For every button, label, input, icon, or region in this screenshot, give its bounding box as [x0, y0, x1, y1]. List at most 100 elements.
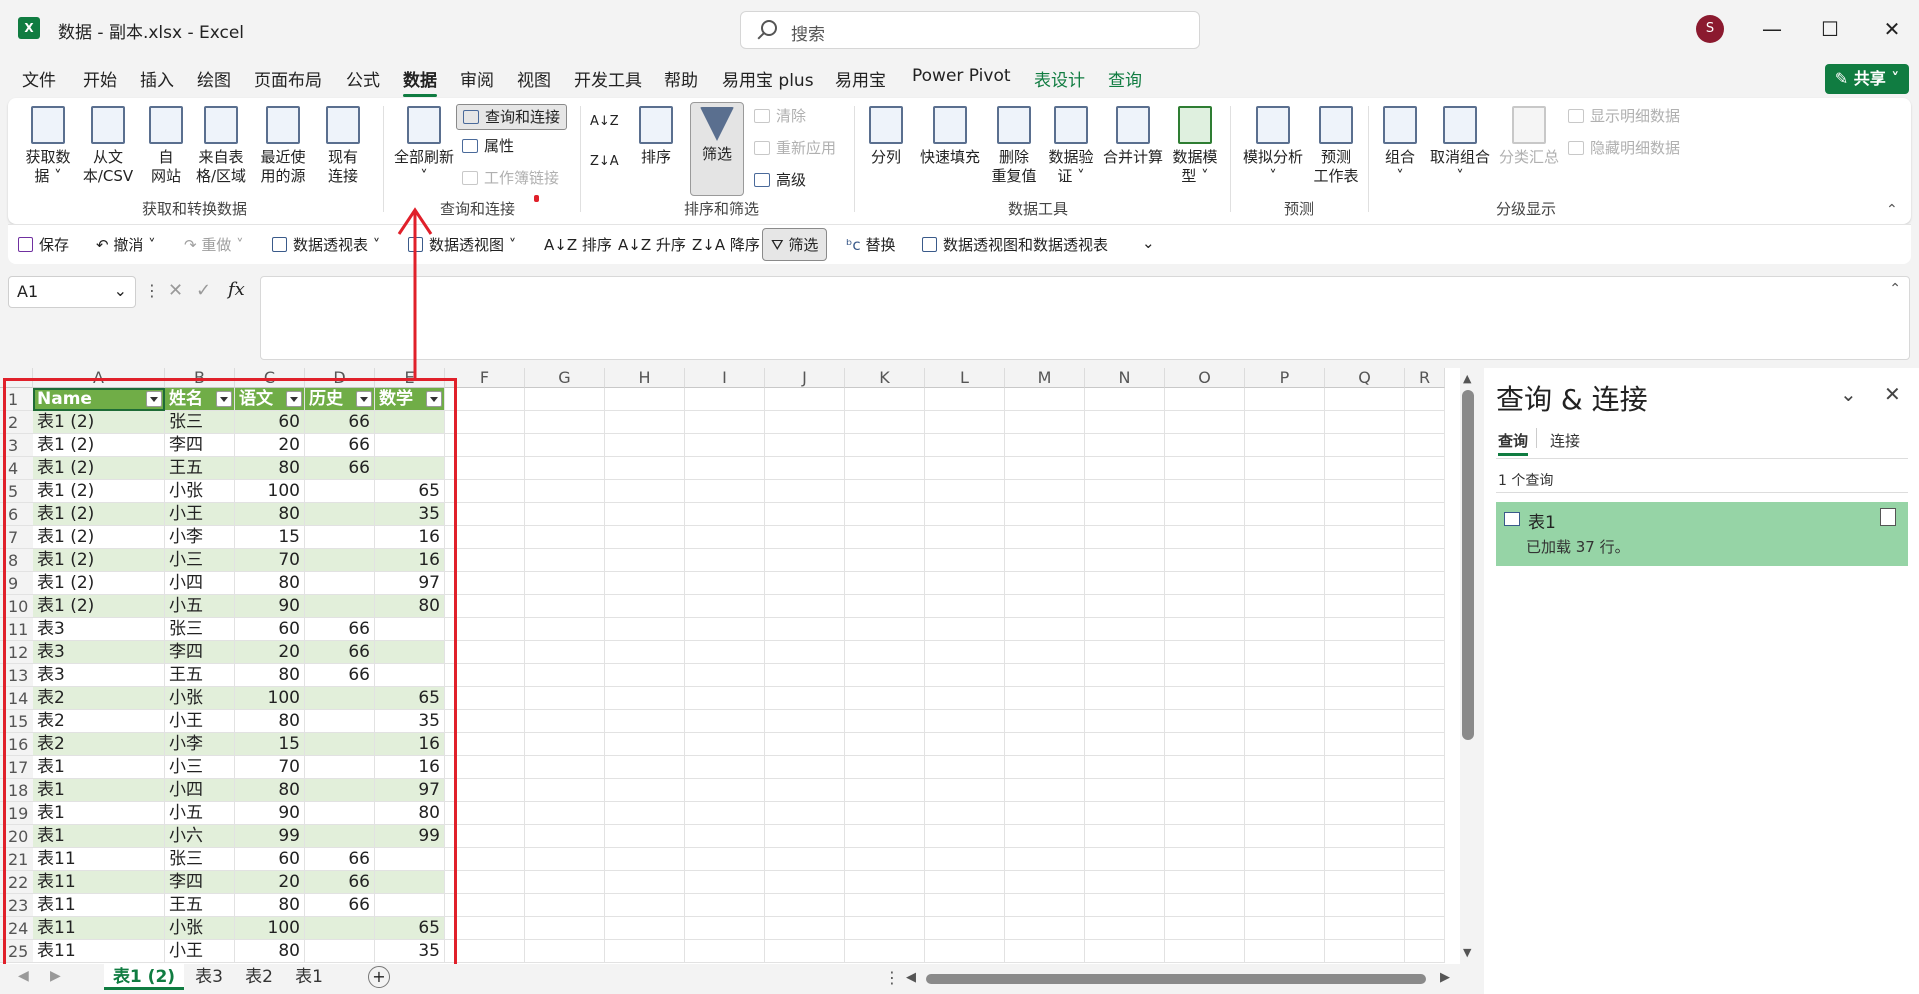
qat-pivot-table-button[interactable]: 数据透视表 ˅: [272, 234, 380, 255]
empty-cell[interactable]: [1165, 641, 1245, 664]
empty-cell[interactable]: [845, 710, 925, 733]
flash-fill-button[interactable]: 快速填充: [916, 106, 984, 167]
enter-formula-button[interactable]: ✓: [196, 280, 211, 301]
empty-cell[interactable]: [605, 894, 685, 917]
empty-cell[interactable]: [445, 917, 525, 940]
empty-cell[interactable]: [1325, 687, 1405, 710]
empty-cell[interactable]: [685, 572, 765, 595]
empty-cell[interactable]: [1405, 825, 1445, 848]
empty-cell[interactable]: [845, 848, 925, 871]
empty-cell[interactable]: [1165, 549, 1245, 572]
empty-cell[interactable]: [445, 480, 525, 503]
tab-formulas[interactable]: 公式: [346, 66, 380, 91]
empty-cell[interactable]: [1005, 388, 1085, 411]
empty-cell[interactable]: [925, 664, 1005, 687]
empty-cell[interactable]: [605, 940, 685, 963]
empty-cell[interactable]: [1245, 388, 1325, 411]
empty-cell[interactable]: [765, 756, 845, 779]
collapse-ribbon-icon[interactable]: ⌃: [1886, 202, 1898, 218]
empty-cell[interactable]: [1085, 503, 1165, 526]
hide-detail-button[interactable]: 隐藏明细数据: [1568, 138, 1680, 158]
maximize-button[interactable]: ☐: [1810, 14, 1850, 44]
empty-cell[interactable]: [1085, 687, 1165, 710]
scroll-left-icon[interactable]: ◀: [906, 970, 916, 985]
empty-cell[interactable]: [1245, 917, 1325, 940]
empty-cell[interactable]: [525, 710, 605, 733]
empty-cell[interactable]: [765, 710, 845, 733]
tab-help[interactable]: 帮助: [664, 66, 698, 91]
cancel-formula-button[interactable]: ✕: [168, 280, 183, 301]
empty-cell[interactable]: [525, 848, 605, 871]
empty-cell[interactable]: [445, 687, 525, 710]
empty-cell[interactable]: [925, 480, 1005, 503]
empty-cell[interactable]: [1245, 825, 1325, 848]
empty-cell[interactable]: [525, 480, 605, 503]
empty-cell[interactable]: [1005, 641, 1085, 664]
empty-cell[interactable]: [685, 687, 765, 710]
empty-cell[interactable]: [1325, 572, 1405, 595]
empty-cell[interactable]: [1165, 825, 1245, 848]
empty-cell[interactable]: [1245, 733, 1325, 756]
empty-cell[interactable]: [1005, 480, 1085, 503]
empty-cell[interactable]: [765, 480, 845, 503]
empty-cell[interactable]: [925, 825, 1005, 848]
empty-cell[interactable]: [765, 411, 845, 434]
close-button[interactable]: ✕: [1872, 14, 1912, 44]
empty-cell[interactable]: [1085, 848, 1165, 871]
empty-cell[interactable]: [1245, 779, 1325, 802]
empty-cell[interactable]: [1165, 503, 1245, 526]
empty-cell[interactable]: [605, 664, 685, 687]
tab-page-layout[interactable]: 页面布局: [254, 66, 322, 91]
empty-cell[interactable]: [685, 756, 765, 779]
empty-cell[interactable]: [605, 434, 685, 457]
empty-cell[interactable]: [685, 641, 765, 664]
empty-cell[interactable]: [765, 825, 845, 848]
vertical-scrollbar[interactable]: [1462, 390, 1474, 740]
recent-sources-button[interactable]: 最近使 用的源: [254, 106, 312, 186]
empty-cell[interactable]: [845, 388, 925, 411]
sheet-tab-3[interactable]: 表3: [186, 964, 232, 990]
empty-cell[interactable]: [925, 595, 1005, 618]
empty-cell[interactable]: [1405, 779, 1445, 802]
empty-cell[interactable]: [925, 733, 1005, 756]
empty-cell[interactable]: [925, 894, 1005, 917]
empty-cell[interactable]: [925, 802, 1005, 825]
empty-cell[interactable]: [1405, 917, 1445, 940]
empty-cell[interactable]: [1405, 641, 1445, 664]
empty-cell[interactable]: [1085, 710, 1165, 733]
empty-cell[interactable]: [845, 526, 925, 549]
empty-cell[interactable]: [1085, 411, 1165, 434]
empty-cell[interactable]: [925, 687, 1005, 710]
empty-cell[interactable]: [445, 756, 525, 779]
empty-cell[interactable]: [1245, 503, 1325, 526]
empty-cell[interactable]: [1245, 802, 1325, 825]
empty-cell[interactable]: [845, 917, 925, 940]
sort-az-button[interactable]: A↓Z: [590, 112, 619, 131]
empty-cell[interactable]: [765, 388, 845, 411]
empty-cell[interactable]: [525, 457, 605, 480]
qat-save-button[interactable]: 保存: [18, 234, 69, 255]
empty-cell[interactable]: [605, 756, 685, 779]
empty-cell[interactable]: [685, 480, 765, 503]
empty-cell[interactable]: [525, 825, 605, 848]
empty-cell[interactable]: [845, 480, 925, 503]
empty-cell[interactable]: [1165, 802, 1245, 825]
empty-cell[interactable]: [445, 526, 525, 549]
tab-yiyongbao[interactable]: 易用宝: [835, 66, 886, 91]
empty-cell[interactable]: [1245, 457, 1325, 480]
empty-cell[interactable]: [605, 710, 685, 733]
empty-cell[interactable]: [525, 434, 605, 457]
empty-cell[interactable]: [1405, 940, 1445, 963]
empty-cell[interactable]: [1405, 710, 1445, 733]
empty-cell[interactable]: [1005, 549, 1085, 572]
refresh-query-icon[interactable]: [1880, 508, 1896, 526]
share-button[interactable]: ✎ 共享 ˅: [1825, 64, 1909, 94]
empty-cell[interactable]: [845, 871, 925, 894]
empty-cell[interactable]: [525, 917, 605, 940]
empty-cell[interactable]: [1165, 940, 1245, 963]
empty-cell[interactable]: [1405, 526, 1445, 549]
tab-table-design[interactable]: 表设计: [1034, 66, 1085, 91]
empty-cell[interactable]: [1245, 641, 1325, 664]
empty-cell[interactable]: [685, 595, 765, 618]
empty-cell[interactable]: [1085, 825, 1165, 848]
